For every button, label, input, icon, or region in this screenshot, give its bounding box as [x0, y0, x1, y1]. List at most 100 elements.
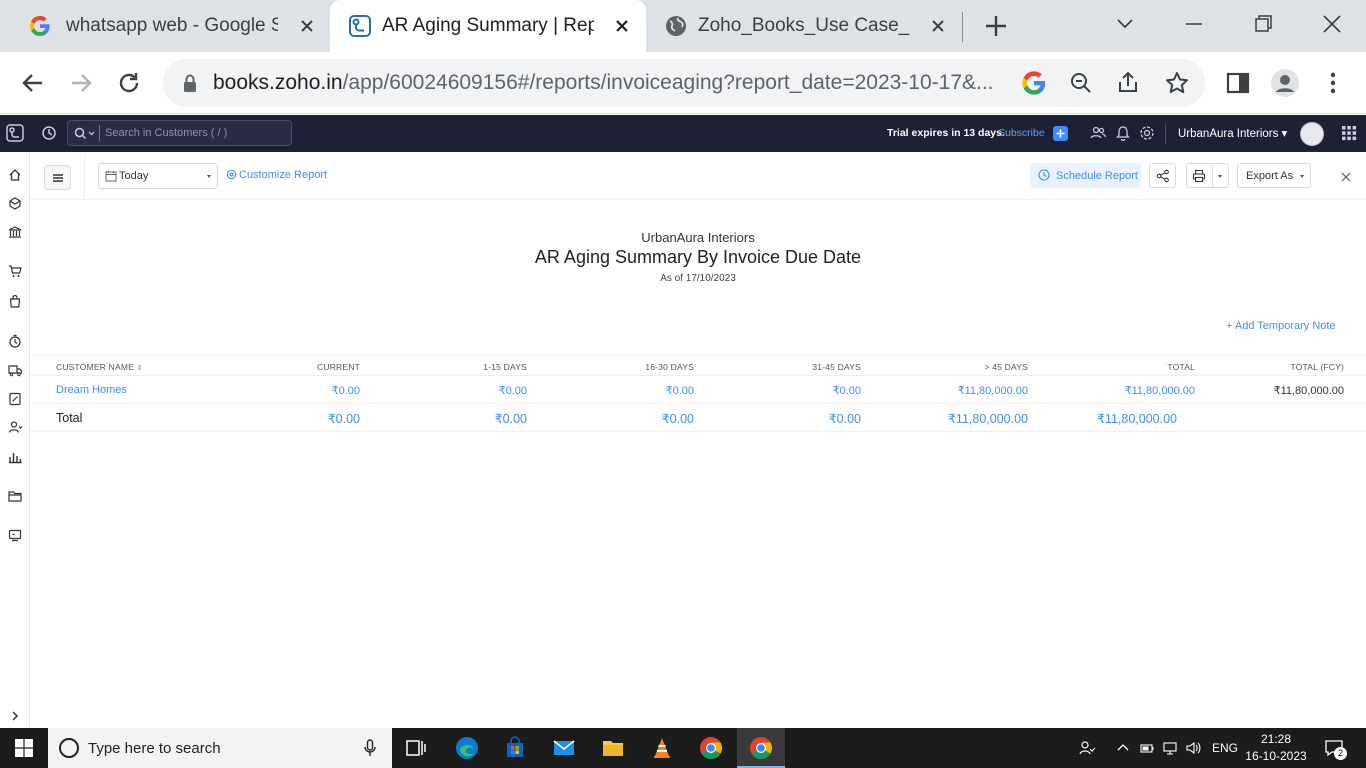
network-icon[interactable] [1162, 740, 1178, 756]
customer-name-link[interactable]: Dream Homes [56, 384, 127, 396]
edge-browser-icon[interactable] [455, 736, 479, 760]
total-31-45-days[interactable]: ₹0.00 [829, 411, 861, 426]
close-tab-icon[interactable] [612, 16, 632, 36]
bookmark-star-icon[interactable] [1163, 69, 1191, 97]
left-sidebar [0, 152, 30, 728]
side-panel-icon[interactable] [1223, 68, 1253, 98]
browser-tab-ar-aging[interactable]: AR Aging Summary | Repor [330, 0, 646, 52]
banking-icon[interactable] [8, 225, 22, 239]
settings-gear-icon[interactable] [1138, 124, 1156, 142]
total-16-30-days[interactable]: ₹0.00 [662, 411, 694, 426]
share-icon[interactable] [1115, 69, 1143, 97]
new-tab-icon[interactable] [983, 13, 1009, 39]
reload-icon[interactable] [114, 68, 144, 98]
google-lens-icon[interactable] [1020, 69, 1048, 97]
column-header-total: TOTAL [1167, 362, 1195, 372]
customer-search[interactable]: Search in Customers ( / ) [67, 120, 292, 146]
tab-divider [962, 12, 963, 42]
active-chrome-window[interactable] [737, 728, 785, 768]
tray-chevron-up-icon[interactable] [1115, 740, 1131, 756]
date-range-select[interactable]: Today [98, 163, 218, 189]
schedule-report-button[interactable]: Schedule Report [1030, 163, 1141, 188]
items-icon[interactable] [8, 196, 22, 210]
close-window-icon[interactable] [1318, 10, 1346, 38]
column-label: CUSTOMER NAME [56, 362, 135, 372]
total-total[interactable]: ₹11,80,000.00 [1097, 411, 1177, 426]
address-bar[interactable]: books.zoho.in/app/60024609156#/reports/i… [163, 59, 1205, 107]
total-current[interactable]: ₹0.00 [328, 411, 360, 426]
contacts-person-icon[interactable] [8, 420, 22, 434]
system-clock[interactable]: 21:28 16-10-2023 [1244, 731, 1308, 765]
microsoft-store-icon[interactable] [503, 736, 527, 760]
input-language[interactable]: ENG [1212, 741, 1238, 755]
zoho-books-logo-icon[interactable] [6, 124, 24, 142]
recent-history-icon[interactable] [40, 124, 58, 142]
amount-current[interactable]: ₹0.00 [332, 384, 360, 397]
amount-1-15-days[interactable]: ₹0.00 [499, 384, 527, 397]
documents-folder-icon[interactable] [8, 489, 22, 503]
report-menu-button[interactable] [44, 165, 71, 190]
minimize-icon[interactable] [1180, 10, 1208, 38]
chrome-icon[interactable] [699, 736, 723, 760]
bell-icon[interactable] [1114, 124, 1132, 142]
home-icon[interactable] [8, 168, 22, 182]
windows-start-icon[interactable] [15, 739, 33, 757]
app-grid-icon[interactable] [1340, 124, 1358, 142]
back-arrow-icon[interactable] [18, 68, 48, 98]
time-tracking-icon[interactable] [8, 334, 22, 348]
taskbar-search[interactable]: Type here to search [48, 728, 392, 768]
tab-search-chevron-icon[interactable] [1111, 10, 1139, 38]
users-icon[interactable] [1089, 124, 1107, 142]
apps-icon[interactable] [8, 528, 22, 542]
report-org-name: UrbanAura Interiors [641, 230, 755, 245]
close-report-icon[interactable] [1340, 171, 1352, 183]
browser-tab-whatsapp[interactable]: whatsapp web - Google Se [0, 0, 328, 52]
eway-bill-truck-icon[interactable] [8, 363, 22, 377]
profile-avatar-icon[interactable] [1270, 68, 1300, 98]
quick-create-plus-icon[interactable] [1053, 126, 1068, 141]
print-button[interactable] [1186, 163, 1229, 188]
subscribe-link[interactable]: Subscribe [998, 127, 1045, 139]
people-icon[interactable] [1079, 740, 1095, 756]
lock-icon[interactable] [181, 73, 199, 93]
export-as-button[interactable]: Export As [1237, 163, 1311, 188]
more-vert-icon[interactable] [1318, 68, 1348, 98]
purchases-bag-icon[interactable] [8, 294, 22, 308]
user-avatar[interactable] [1300, 122, 1324, 146]
reports-chart-icon[interactable] [8, 450, 22, 464]
print-divider [1212, 164, 1213, 187]
vlc-player-icon[interactable] [650, 736, 674, 760]
search-icon[interactable] [74, 127, 96, 141]
share-report-button[interactable] [1149, 163, 1176, 188]
search-placeholder[interactable]: Search in Customers ( / ) [105, 127, 227, 139]
task-view-icon[interactable] [404, 736, 428, 760]
forward-arrow-icon[interactable] [66, 68, 96, 98]
print-chevron-down-icon[interactable] [1218, 175, 1222, 178]
expand-sidebar-chevron-icon[interactable] [8, 709, 22, 723]
zoom-out-icon[interactable] [1067, 69, 1095, 97]
action-center-button[interactable]: 2 [1324, 739, 1347, 760]
url-text[interactable]: books.zoho.in/app/60024609156#/reports/i… [213, 71, 1003, 95]
battery-icon[interactable] [1139, 740, 1155, 756]
microphone-icon[interactable] [364, 739, 376, 757]
browser-tab-use-case[interactable]: Zoho_Books_Use Case_Urb [648, 0, 960, 52]
amount-over-45-days[interactable]: ₹11,80,000.00 [958, 384, 1028, 397]
total-over-45-days[interactable]: ₹11,80,000.00 [948, 411, 1028, 426]
close-tab-icon[interactable] [297, 16, 317, 36]
restore-icon[interactable] [1249, 10, 1277, 38]
volume-icon[interactable] [1185, 740, 1201, 756]
file-explorer-icon[interactable] [601, 736, 625, 760]
accountant-icon[interactable] [8, 392, 22, 406]
column-header-customer-name[interactable]: CUSTOMER NAME ⇕ [56, 362, 143, 372]
add-temporary-note-link[interactable]: + Add Temporary Note [1226, 320, 1336, 332]
org-switcher[interactable]: UrbanAura Interiors ▾ [1178, 126, 1287, 140]
export-as-label: Export As [1246, 170, 1294, 182]
mail-icon[interactable] [552, 736, 576, 760]
amount-31-45-days[interactable]: ₹0.00 [833, 384, 861, 397]
amount-total[interactable]: ₹11,80,000.00 [1125, 384, 1195, 397]
close-tab-icon[interactable] [928, 16, 948, 36]
customize-report-link[interactable]: Customize Report [226, 169, 327, 181]
sales-cart-icon[interactable] [8, 264, 22, 278]
amount-16-30-days[interactable]: ₹0.00 [666, 384, 694, 397]
total-1-15-days[interactable]: ₹0.00 [495, 411, 527, 426]
